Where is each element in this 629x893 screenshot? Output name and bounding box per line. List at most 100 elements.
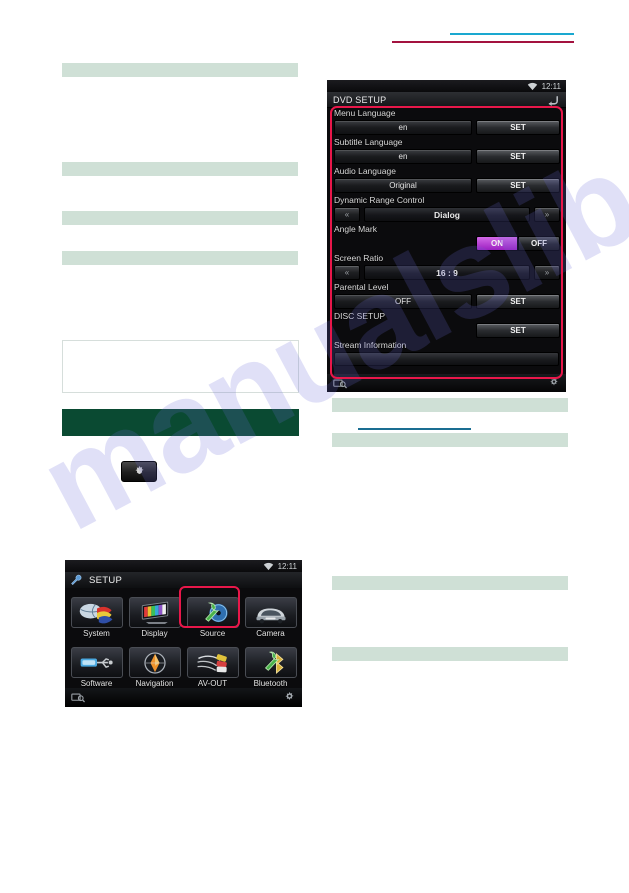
dvd-row-dynamic-range-control: Dynamic Range Control « Dialog »: [327, 195, 566, 222]
redacted-note-box: [62, 340, 299, 393]
subtitle-language-set-button[interactable]: SET: [476, 149, 560, 164]
dvd-clock: 12:11: [541, 81, 561, 91]
redacted-heading-1: [62, 63, 298, 77]
dvd-row-label: Screen Ratio: [334, 253, 384, 263]
setup-tile: [128, 647, 181, 678]
header-divider-rule: [392, 41, 574, 43]
subtitle-language-value[interactable]: en: [334, 149, 472, 164]
gear-icon[interactable]: [548, 377, 560, 389]
setup-tile: [244, 597, 297, 628]
back-arrow-icon: [548, 96, 558, 107]
usb-icon: [80, 657, 113, 668]
dynamic-range-next-button[interactable]: »: [534, 207, 560, 222]
globe-flags-icon: [79, 603, 112, 623]
dvd-row-angle-mark: Angle Mark ON OFF: [327, 224, 566, 251]
screen-ratio-next-button[interactable]: »: [534, 265, 560, 280]
setup-item-label: Navigation: [135, 679, 174, 688]
dvd-row-subtitle-language: Subtitle Language en SET: [327, 137, 566, 164]
setup-item-label: System: [83, 629, 110, 638]
setup-item-display[interactable]: Display: [126, 589, 183, 638]
setup-item-source[interactable]: Source: [184, 589, 241, 638]
wifi-icon: [527, 82, 537, 90]
setup-item-system[interactable]: System: [68, 589, 125, 638]
setup-item-label: Software: [80, 679, 113, 688]
setup-item-label: Source: [199, 629, 226, 638]
setup-screen-title: SETUP: [89, 574, 123, 586]
angle-mark-off-button[interactable]: OFF: [518, 236, 560, 251]
dvd-row-label: Subtitle Language: [334, 137, 403, 147]
stream-information-field[interactable]: [334, 352, 559, 366]
audio-language-set-button[interactable]: SET: [476, 178, 560, 193]
dvd-status-bar: 12:11: [327, 80, 566, 92]
angle-mark-on-button[interactable]: ON: [476, 236, 518, 251]
setup-item-label: AV-OUT: [197, 679, 228, 688]
redacted-section-banner: [62, 409, 299, 436]
setup-menu-screenshot: 12:11 SETUP System Display Source Camera…: [65, 560, 302, 707]
rca-cables-icon: [196, 653, 227, 672]
setup-item-label: Bluetooth: [253, 679, 288, 688]
parental-level-value[interactable]: OFF: [334, 294, 472, 309]
dvd-bottom-bar: [327, 374, 566, 392]
setup-item-av-out[interactable]: AV-OUT: [184, 639, 241, 688]
dvd-row-parental-level: Parental Level OFF SET: [327, 282, 566, 309]
dvd-row-label: Menu Language: [334, 108, 396, 118]
parental-level-set-button[interactable]: SET: [476, 294, 560, 309]
bluetooth-wrench-icon: [264, 651, 284, 674]
dvd-row-label: Angle Mark: [334, 224, 377, 234]
monitor-colorbars-icon: [141, 601, 168, 624]
setup-item-bluetooth[interactable]: Bluetooth: [242, 639, 299, 688]
header-accent-rule: [450, 33, 574, 35]
redacted-heading-8: [332, 647, 568, 661]
dvd-row-menu-language: Menu Language en SET: [327, 108, 566, 135]
disc-search-icon[interactable]: [71, 692, 85, 703]
screen-ratio-prev-button[interactable]: «: [334, 265, 360, 280]
redacted-heading-7: [332, 576, 568, 590]
disc-setup-set-button[interactable]: SET: [476, 323, 560, 338]
setup-item-label: Camera: [256, 629, 285, 638]
disc-wrench-icon: [204, 602, 228, 622]
setup-tile: [186, 597, 239, 628]
setup-tile: [186, 647, 239, 678]
setup-tile: [244, 647, 297, 678]
gear-icon: [134, 465, 144, 475]
dvd-row-stream-information: Stream Information: [327, 340, 566, 366]
dvd-row-label: Parental Level: [334, 282, 389, 292]
dvd-row-label: DISC SETUP: [334, 311, 386, 321]
dvd-row-label: Dynamic Range Control: [334, 195, 425, 205]
dvd-row-label: Audio Language: [334, 166, 396, 176]
dynamic-range-value: Dialog: [364, 207, 530, 222]
angle-mark-toggle[interactable]: ON OFF: [476, 236, 560, 251]
wifi-icon: [263, 562, 273, 570]
dvd-settings-list[interactable]: Menu Language en SET Subtitle Language e…: [327, 108, 566, 374]
dvd-row-disc-setup: DISC SETUP SET: [327, 311, 566, 338]
setup-icon-grid[interactable]: System Display Source Camera Software Na…: [68, 589, 299, 688]
setup-item-camera[interactable]: Camera: [242, 589, 299, 638]
inline-gear-button[interactable]: [121, 461, 157, 482]
redacted-heading-6: [332, 433, 568, 447]
setup-tile: [128, 597, 181, 628]
redacted-heading-4: [62, 251, 298, 265]
cross-reference-link[interactable]: [358, 428, 471, 430]
setup-bottom-bar: [65, 688, 302, 707]
disc-search-icon[interactable]: [333, 378, 347, 389]
redacted-heading-5: [332, 398, 568, 412]
setup-item-software[interactable]: Software: [68, 639, 125, 688]
setup-item-navigation[interactable]: Navigation: [126, 639, 183, 688]
dvd-setup-screenshot: 12:11 DVD SETUP Menu Language en SET Sub…: [327, 80, 566, 392]
dynamic-range-prev-button[interactable]: «: [334, 207, 360, 222]
dvd-title-bar: DVD SETUP: [327, 92, 566, 108]
setup-status-bar: 12:11: [65, 560, 302, 572]
menu-language-set-button[interactable]: SET: [476, 120, 560, 135]
setup-title-bar: SETUP: [65, 572, 302, 588]
setup-tile: [70, 597, 123, 628]
gear-icon[interactable]: [283, 691, 296, 704]
redacted-heading-3: [62, 211, 298, 225]
wrench-icon: [71, 574, 82, 585]
car-rear-icon: [255, 607, 286, 623]
menu-language-value[interactable]: en: [334, 120, 472, 135]
audio-language-value[interactable]: Original: [334, 178, 472, 193]
dvd-row-screen-ratio: Screen Ratio « 16 : 9 »: [327, 253, 566, 280]
dvd-row-label: Stream Information: [334, 340, 407, 350]
redacted-heading-2: [62, 162, 298, 176]
setup-item-label: Display: [141, 629, 168, 638]
